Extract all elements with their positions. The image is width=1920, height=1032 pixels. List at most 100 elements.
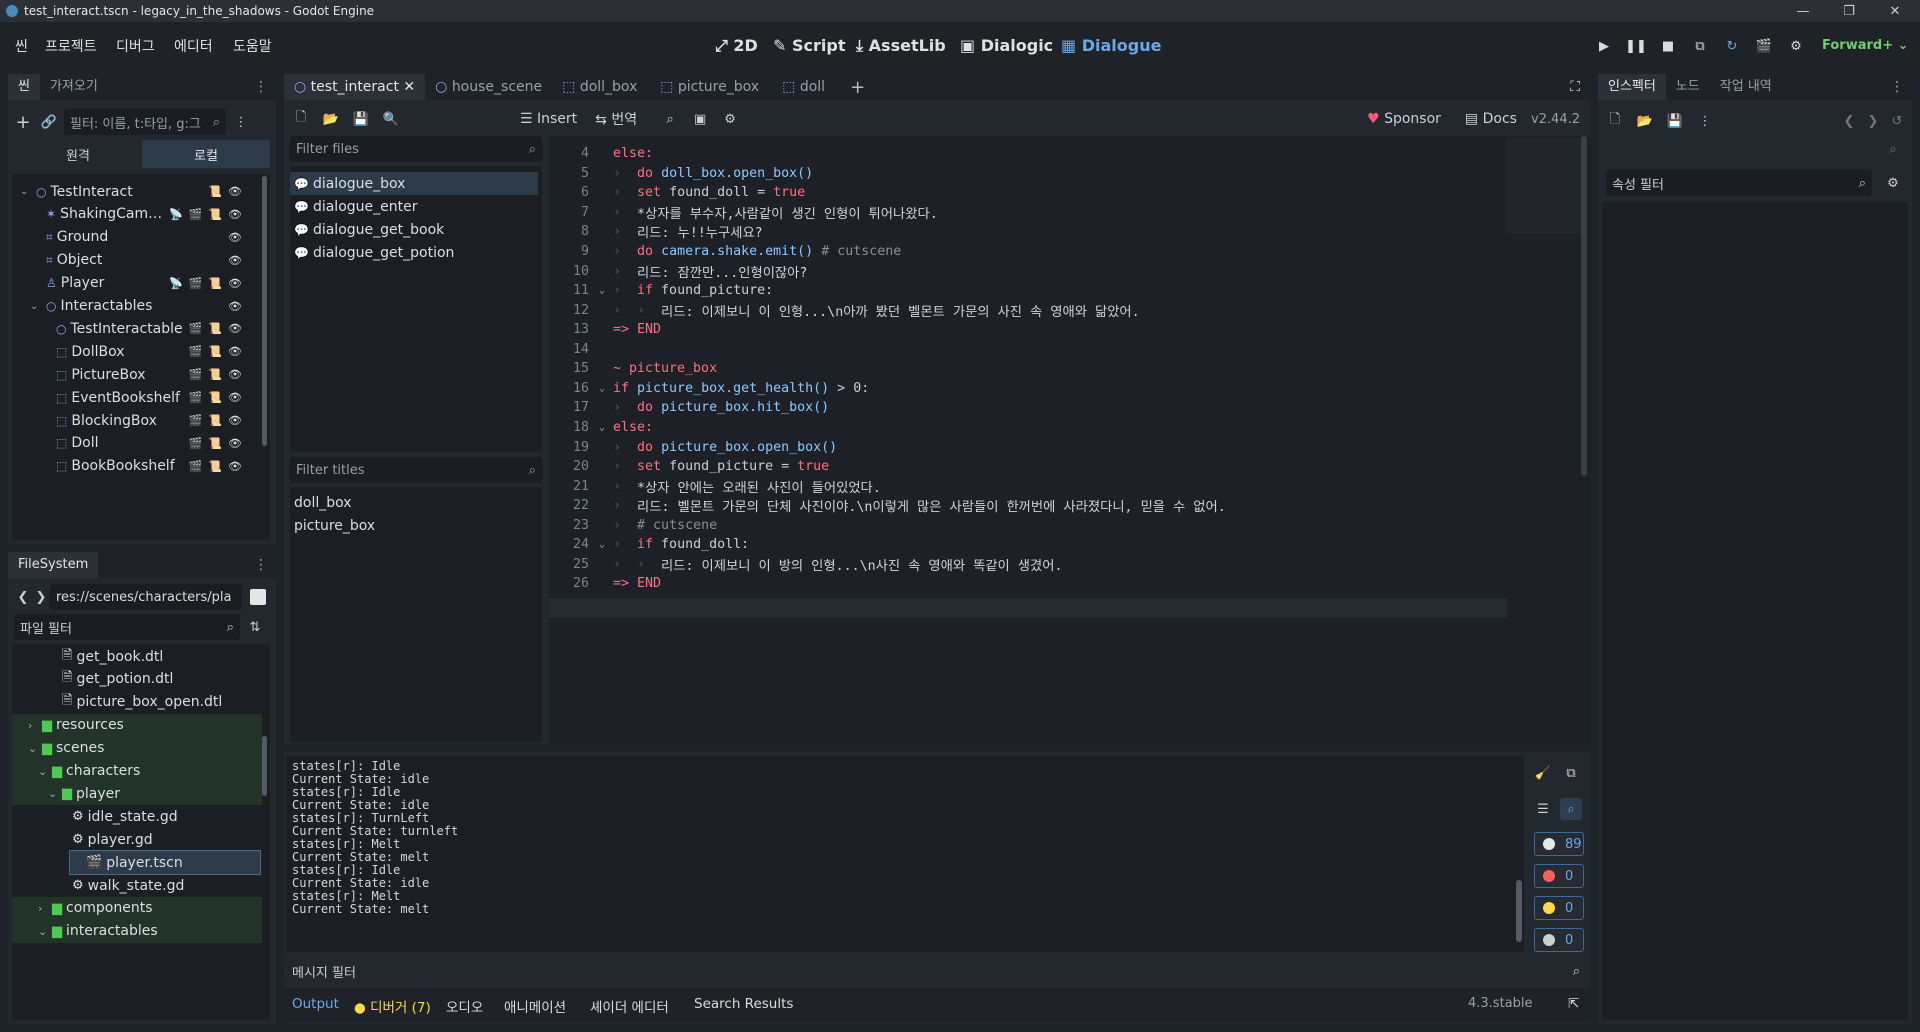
insert-button[interactable]: ☰ Insert bbox=[520, 111, 577, 127]
add-tab-icon[interactable]: + bbox=[850, 77, 865, 98]
code-line[interactable]: 12 › › 리드: 이제보니 이 인형...\n아까 봤던 벨몬트 가문의 사진… bbox=[549, 300, 1499, 320]
tab-import[interactable]: 가져오기 bbox=[40, 74, 108, 100]
tab-animation[interactable]: 애니메이션 bbox=[504, 996, 566, 1016]
local-toggle[interactable]: 로컬 bbox=[142, 140, 270, 168]
search-icon[interactable]: ⌕ bbox=[661, 110, 679, 128]
load-resource-icon[interactable]: 📂 bbox=[1636, 112, 1654, 130]
file-tree-item[interactable]: › ▆ resources bbox=[12, 713, 262, 737]
new-resource-icon[interactable]: 🗋 bbox=[1606, 112, 1624, 130]
scene-tree-item[interactable]: ⌗ Ground 👁 bbox=[12, 226, 252, 249]
fold-arrow-icon[interactable]: ⌄ bbox=[599, 422, 613, 433]
file-tree-item[interactable]: 🗎 get_book.dtl bbox=[12, 645, 262, 668]
node-status-icons[interactable]: 🎬📜👁 bbox=[189, 391, 248, 404]
renderer-selector[interactable]: Forward+ ⌄ bbox=[1822, 38, 1909, 53]
scene-filter-input[interactable]: 필터: 이름, t:타입, g:그 ⌕ bbox=[64, 109, 226, 135]
settings-icon[interactable]: ⚙ bbox=[721, 110, 739, 128]
menu-scene[interactable]: 씬 bbox=[15, 36, 28, 56]
tab-debugger[interactable]: ● 디버거 (7) bbox=[354, 996, 431, 1016]
history-forward-icon[interactable]: ❯ bbox=[1864, 112, 1882, 130]
save-resource-icon[interactable]: 💾 bbox=[1666, 112, 1684, 130]
scene-tree-item[interactable]: ⌗ Object 👁 bbox=[12, 249, 252, 272]
code-line[interactable]: 11 ⌄ › if found_picture: bbox=[549, 281, 1499, 301]
code-line[interactable]: 8 › 리드: 누!!누구세요? bbox=[549, 222, 1499, 242]
node-status-icons[interactable]: 🎬📜👁 bbox=[189, 460, 248, 473]
editor-tab[interactable]: ○ test_interact ✕ bbox=[284, 74, 426, 100]
tab-shader-editor[interactable]: 셰이더 에디터 bbox=[590, 996, 669, 1016]
collapse-icon[interactable]: ☰ bbox=[1534, 800, 1552, 818]
expand-arrow-icon[interactable]: ⌄ bbox=[30, 301, 42, 312]
node-status-icons[interactable]: 👁 bbox=[228, 300, 248, 313]
fold-arrow-icon[interactable]: ⌄ bbox=[599, 539, 613, 550]
file-tree-item[interactable]: ⌄ ▆ interactables bbox=[12, 919, 262, 943]
file-tree-item[interactable]: 🗎 get_potion.dtl bbox=[12, 668, 262, 691]
close-icon[interactable]: ✕ bbox=[1872, 0, 1918, 22]
dialogue-title-item[interactable]: doll_box bbox=[290, 491, 538, 514]
file-tree-item[interactable]: › ▆ components bbox=[12, 896, 262, 920]
sort-icon[interactable]: ⇅ bbox=[246, 618, 264, 636]
clear-output-icon[interactable]: 🧹 bbox=[1534, 764, 1552, 782]
link-icon[interactable]: 🔗 bbox=[40, 113, 58, 131]
maximize-icon[interactable]: ❐ bbox=[1826, 0, 1872, 22]
back-icon[interactable]: ❮ bbox=[14, 588, 32, 606]
file-tree-item[interactable]: ⚙ player.gd bbox=[12, 828, 262, 851]
node-status-icons[interactable]: 🎬📜👁 bbox=[189, 414, 248, 427]
minimap[interactable] bbox=[1506, 138, 1586, 234]
code-line[interactable]: 19 › do picture_box.open_box() bbox=[549, 437, 1499, 457]
tab-search-results[interactable]: Search Results bbox=[694, 996, 793, 1012]
docs-lookup-icon[interactable]: ⌕ bbox=[1884, 140, 1902, 158]
forward-icon[interactable]: ❯ bbox=[32, 588, 50, 606]
scene-tree-item[interactable]: ○ TestInteractable 🎬📜👁 bbox=[12, 317, 252, 340]
node-status-icons[interactable]: 🎬📜👁 bbox=[189, 368, 248, 381]
code-line[interactable]: 7 › *상자를 부수자,사람같이 생긴 인형이 튀어나왔다. bbox=[549, 203, 1499, 223]
scene-tree-item[interactable]: ⬚ BookBookshelf 🎬📜👁 bbox=[12, 455, 252, 478]
editor-tab[interactable]: ○ house_scene bbox=[425, 74, 552, 100]
sponsor-button[interactable]: ♥ Sponsor bbox=[1367, 111, 1441, 127]
play-icon[interactable]: ▶ bbox=[1592, 34, 1616, 58]
fold-arrow-icon[interactable]: ⌄ bbox=[599, 383, 613, 394]
expand-arrow-icon[interactable]: › bbox=[28, 719, 40, 732]
expand-arrow-icon[interactable]: › bbox=[38, 902, 50, 915]
node-status-icons[interactable]: 👁 bbox=[228, 231, 248, 244]
node-status-icons[interactable]: 📜👁 bbox=[208, 185, 248, 198]
menu-editor[interactable]: 에디터 bbox=[174, 36, 213, 56]
main-screen-dialogue[interactable]: ▦ Dialogue bbox=[1061, 36, 1161, 55]
path-field[interactable]: res://scenes/characters/pla bbox=[50, 584, 242, 610]
fold-arrow-icon[interactable]: ⌄ bbox=[599, 285, 613, 296]
code-line[interactable]: 4 else: bbox=[549, 144, 1499, 164]
history-back-icon[interactable]: ❮ bbox=[1840, 112, 1858, 130]
dialogue-file-item[interactable]: 💬 dialogue_enter bbox=[290, 195, 538, 218]
tab-scene[interactable]: 씬 bbox=[8, 74, 40, 100]
node-status-icons[interactable]: 👁 bbox=[228, 254, 248, 267]
code-line[interactable]: 22 › 리드: 벨몬트 가문의 단체 사진이야.\n이렇게 많은 사람들이 한꺼… bbox=[549, 496, 1499, 516]
main-screen-assetlib[interactable]: ⤓ AssetLib bbox=[856, 36, 946, 56]
dock-menu-icon[interactable]: ⋮ bbox=[254, 79, 268, 95]
dock-menu-icon[interactable]: ⋮ bbox=[254, 557, 268, 573]
tab-node[interactable]: 노드 bbox=[1666, 74, 1710, 100]
file-tree-item[interactable]: ⌄ ▆ player bbox=[12, 782, 262, 806]
property-filter-input[interactable]: 속성 필터 ⌕ bbox=[1606, 170, 1872, 196]
code-line[interactable]: 16 ⌄ if picture_box.get_health() > 0: bbox=[549, 379, 1499, 399]
menu-help[interactable]: 도움말 bbox=[233, 36, 272, 56]
code-line[interactable]: 20 › set found_picture = true bbox=[549, 457, 1499, 477]
movie-maker-icon[interactable]: ⚙ bbox=[1784, 34, 1808, 58]
expand-arrow-icon[interactable]: ⌄ bbox=[48, 787, 60, 800]
preview-icon[interactable]: ▣ bbox=[691, 110, 709, 128]
stop-icon[interactable]: ■ bbox=[1656, 34, 1680, 58]
scene-tree-item[interactable]: ⬚ BlockingBox 🎬📜👁 bbox=[12, 409, 252, 432]
filter-toggle-icon[interactable]: ⌕ bbox=[1560, 798, 1582, 820]
main-screen-2d[interactable]: ⤢ 2D bbox=[715, 36, 758, 56]
inspector-options-icon[interactable]: ⚙ bbox=[1884, 174, 1902, 192]
pause-icon[interactable]: ❚❚ bbox=[1624, 34, 1648, 58]
dock-menu-icon[interactable]: ⋮ bbox=[1890, 79, 1904, 95]
save-icon[interactable]: 💾 bbox=[352, 110, 370, 128]
code-line[interactable]: 25 › › 리드: 이제보니 이 방의 인형...\n사진 속 영애와 똑같이 … bbox=[549, 555, 1499, 575]
node-status-icons[interactable]: 🎬📜👁 bbox=[189, 437, 248, 450]
error-count-badge[interactable]: 0 bbox=[1534, 864, 1584, 888]
filter-titles-input[interactable]: Filter titles ⌕ bbox=[290, 457, 542, 483]
file-filter-input[interactable]: 파일 필터 ⌕ bbox=[14, 614, 240, 640]
node-status-icons[interactable]: 🎬📜👁 bbox=[189, 322, 248, 335]
info-count-badge[interactable]: 0 bbox=[1534, 928, 1584, 952]
minimize-icon[interactable]: — bbox=[1780, 0, 1826, 22]
code-line[interactable]: 15 ~ picture_box bbox=[549, 359, 1499, 379]
main-screen-script[interactable]: ✎ Script bbox=[773, 36, 845, 55]
